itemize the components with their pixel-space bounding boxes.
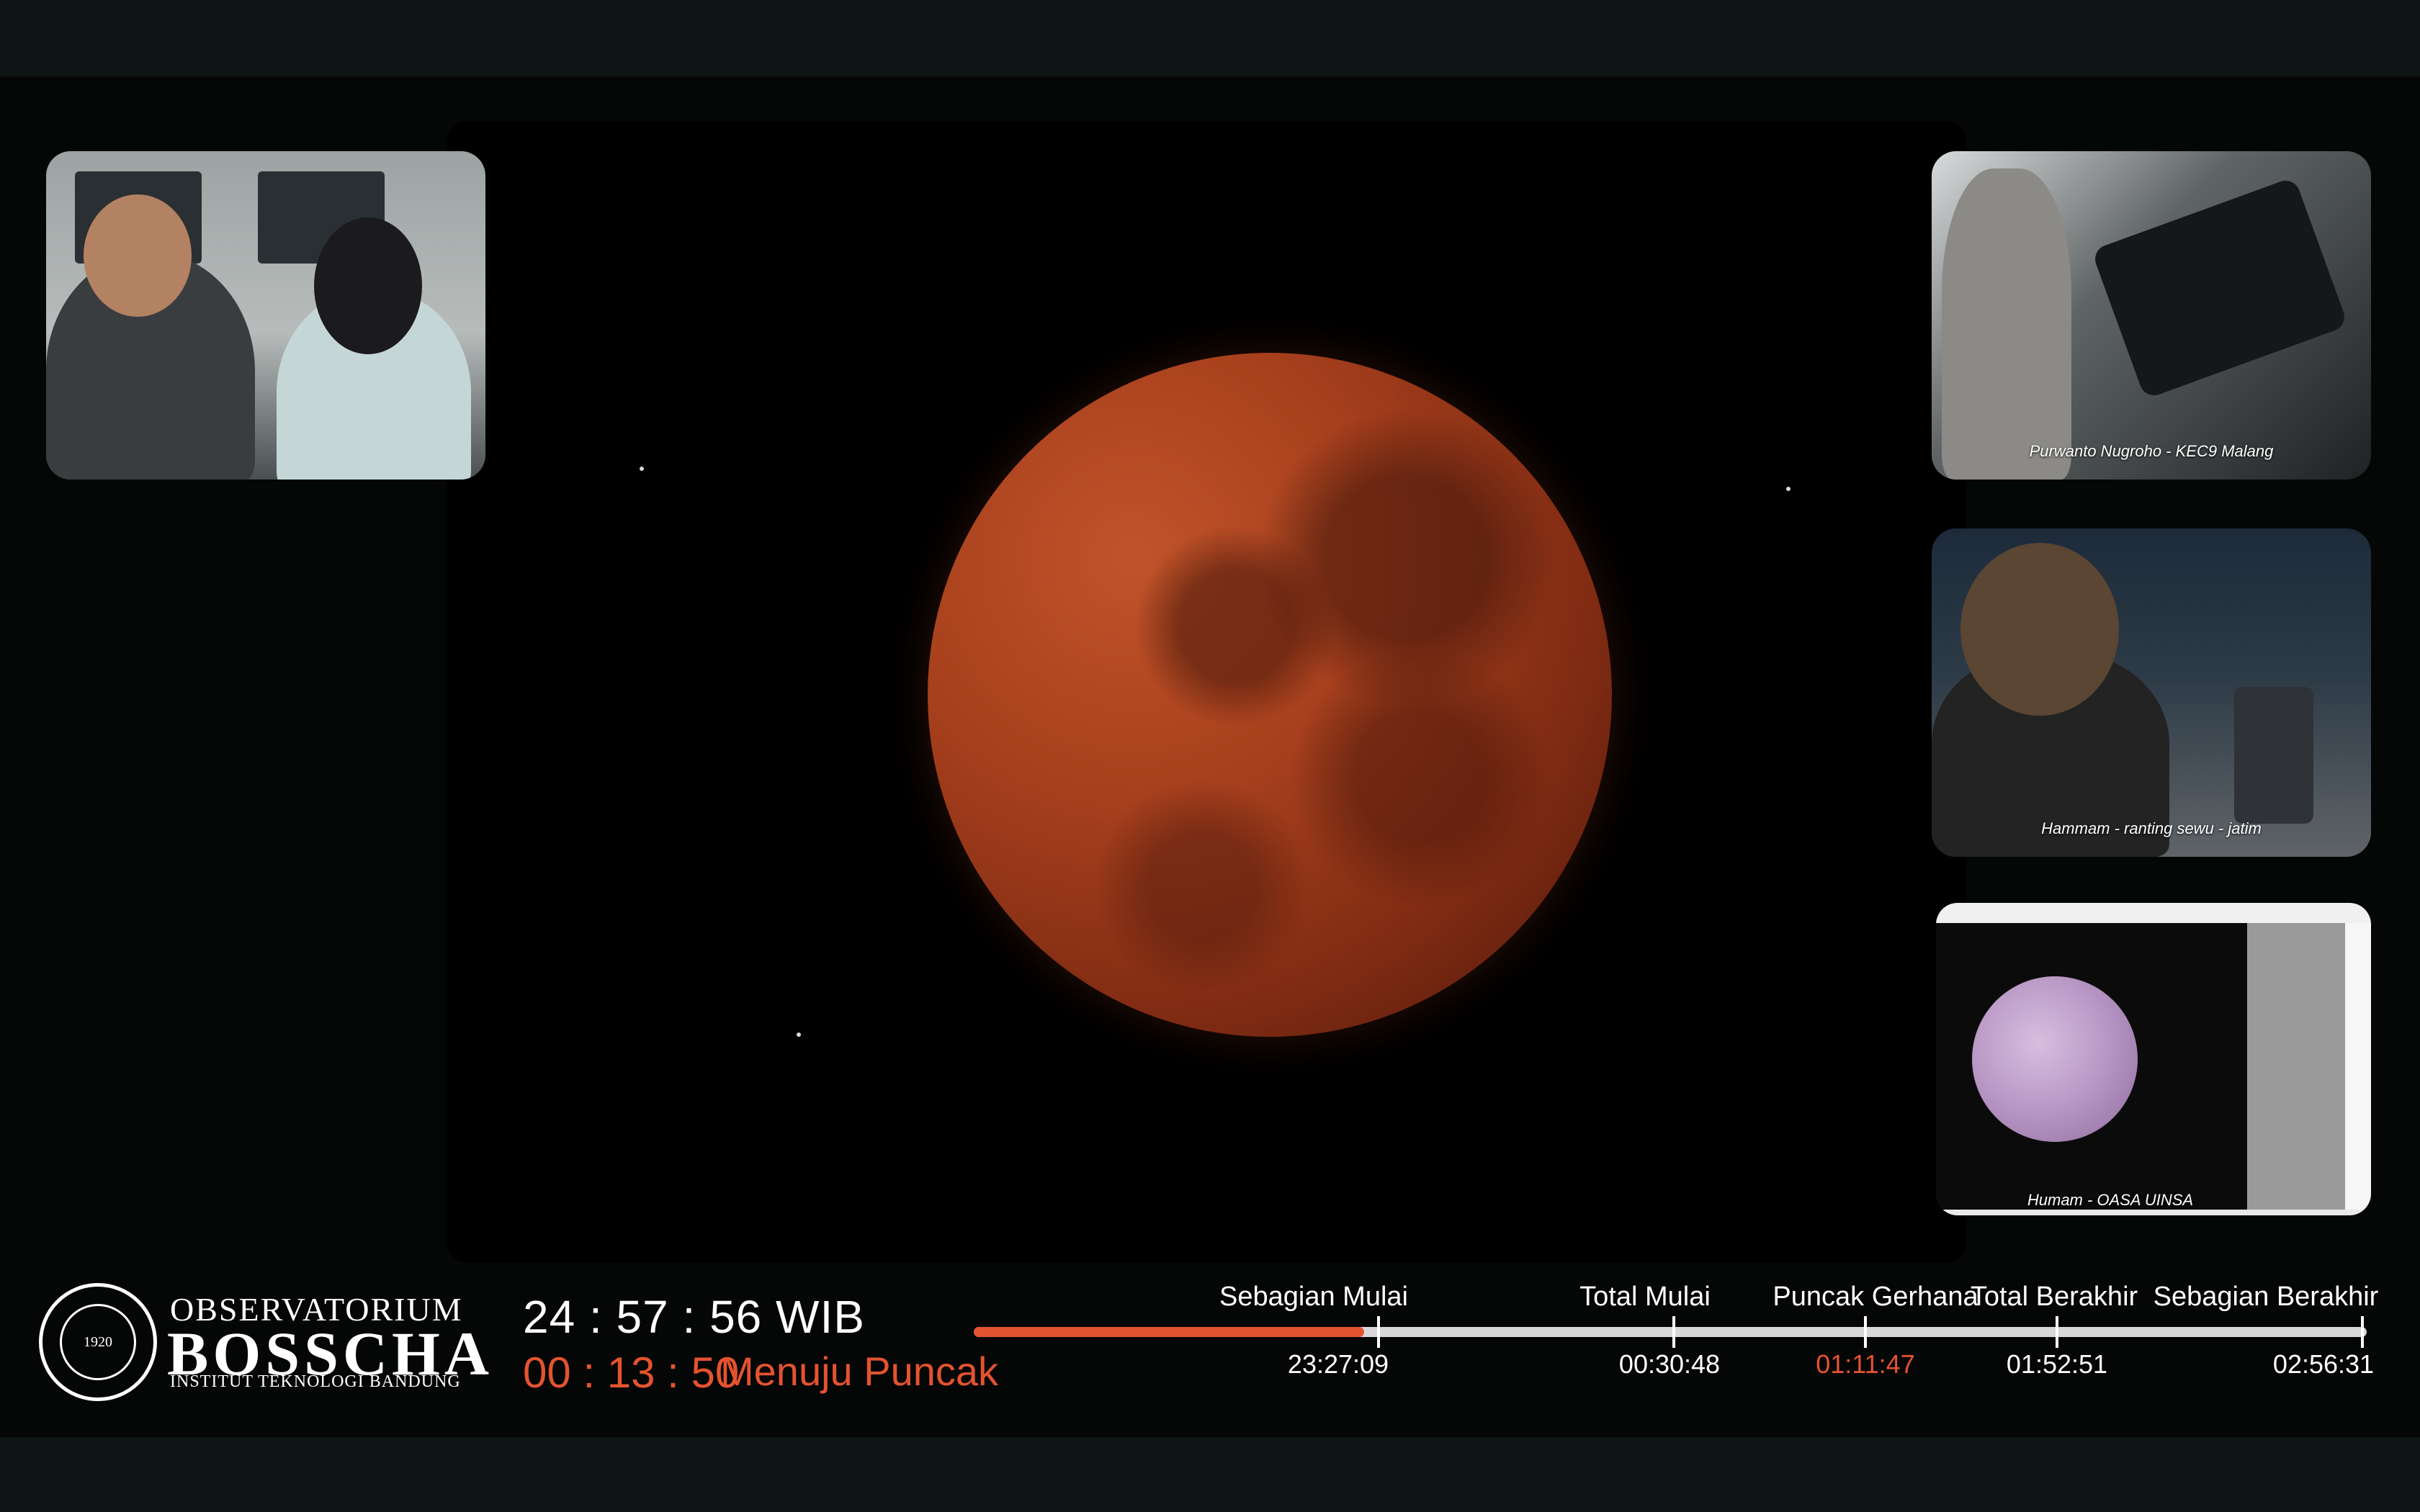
- phase-label-0: Sebagian Mulai: [1219, 1282, 1408, 1312]
- observer-face: [1960, 543, 2119, 716]
- phase-tick-0: [1377, 1316, 1380, 1348]
- phase-tick-2: [1864, 1316, 1867, 1348]
- camera-label: Humam - OASA UINSA: [2027, 1191, 2194, 1209]
- phase-time-3: 01:52:51: [2006, 1349, 2108, 1379]
- software-side-panel: [2247, 923, 2345, 1210]
- top-bar: [0, 0, 2420, 76]
- brand-line-3: INSTITUT TEKNOLOGI BANDUNG: [170, 1372, 461, 1391]
- capture-software-window: [1936, 903, 2371, 1215]
- host-left-face: [84, 194, 192, 317]
- software-titlebar: [1936, 903, 2371, 923]
- seal-year: 1920: [60, 1304, 136, 1380]
- bottom-bar: [0, 1437, 2420, 1512]
- phase-time-1: 00:30:48: [1618, 1349, 1721, 1379]
- clock-time: 24 : 57 : 56: [523, 1291, 763, 1343]
- camera-hosts: [46, 151, 485, 480]
- camera-purwanto: Purwanto Nugroho - KEC9 Malang: [1932, 151, 2371, 480]
- software-statusbar: [1936, 1210, 2371, 1215]
- phase-tick-1: [1672, 1316, 1675, 1348]
- countdown-status: Menuju Puncak: [720, 1349, 999, 1394]
- eclipse-timeline-progress: [974, 1327, 1364, 1337]
- camera-hammam: Hammam - ranting sewu - jatim: [1932, 528, 2371, 857]
- phase-time-2: 01:11:47: [1816, 1349, 1915, 1379]
- partial-eclipse-moon: [1972, 976, 2138, 1142]
- observer-person: [1942, 168, 2071, 480]
- clock-zone: WIB: [776, 1291, 865, 1343]
- star: [1786, 487, 1791, 491]
- itb-seal-logo: 1920: [39, 1283, 157, 1401]
- main-video-eclipse: [447, 121, 1966, 1263]
- phase-time-4: 02:56:31: [2272, 1349, 2375, 1379]
- star: [640, 467, 644, 471]
- camera-humam-screen: Humam - OASA UINSA: [1936, 903, 2371, 1215]
- telescope: [2091, 176, 2349, 400]
- camera-label: Purwanto Nugroho - KEC9 Malang: [2029, 442, 2274, 460]
- camera-label: Hammam - ranting sewu - jatim: [2041, 819, 2262, 837]
- phase-tick-3: [2056, 1316, 2058, 1348]
- host-right-hijab: [314, 217, 422, 354]
- phase-label-4: Sebagian Berakhir: [2153, 1282, 2379, 1312]
- current-time: 24 : 57 : 56 WIB: [523, 1290, 865, 1344]
- star: [797, 1032, 801, 1037]
- phase-tick-4: [2361, 1316, 2364, 1348]
- telescope-tripod: [2234, 687, 2313, 824]
- phase-label-2: Puncak Gerhana: [1773, 1282, 1978, 1312]
- phase-time-0: 23:27:09: [1287, 1349, 1389, 1379]
- countdown-time: 00 : 13 : 50: [523, 1349, 740, 1397]
- phase-label-3: Total Berakhir: [1970, 1282, 2138, 1312]
- eclipse-timeline-track: [974, 1327, 2367, 1337]
- software-settings-panel: [2345, 923, 2371, 1210]
- phase-label-1: Total Mulai: [1579, 1282, 1711, 1312]
- blood-moon: [928, 353, 1612, 1037]
